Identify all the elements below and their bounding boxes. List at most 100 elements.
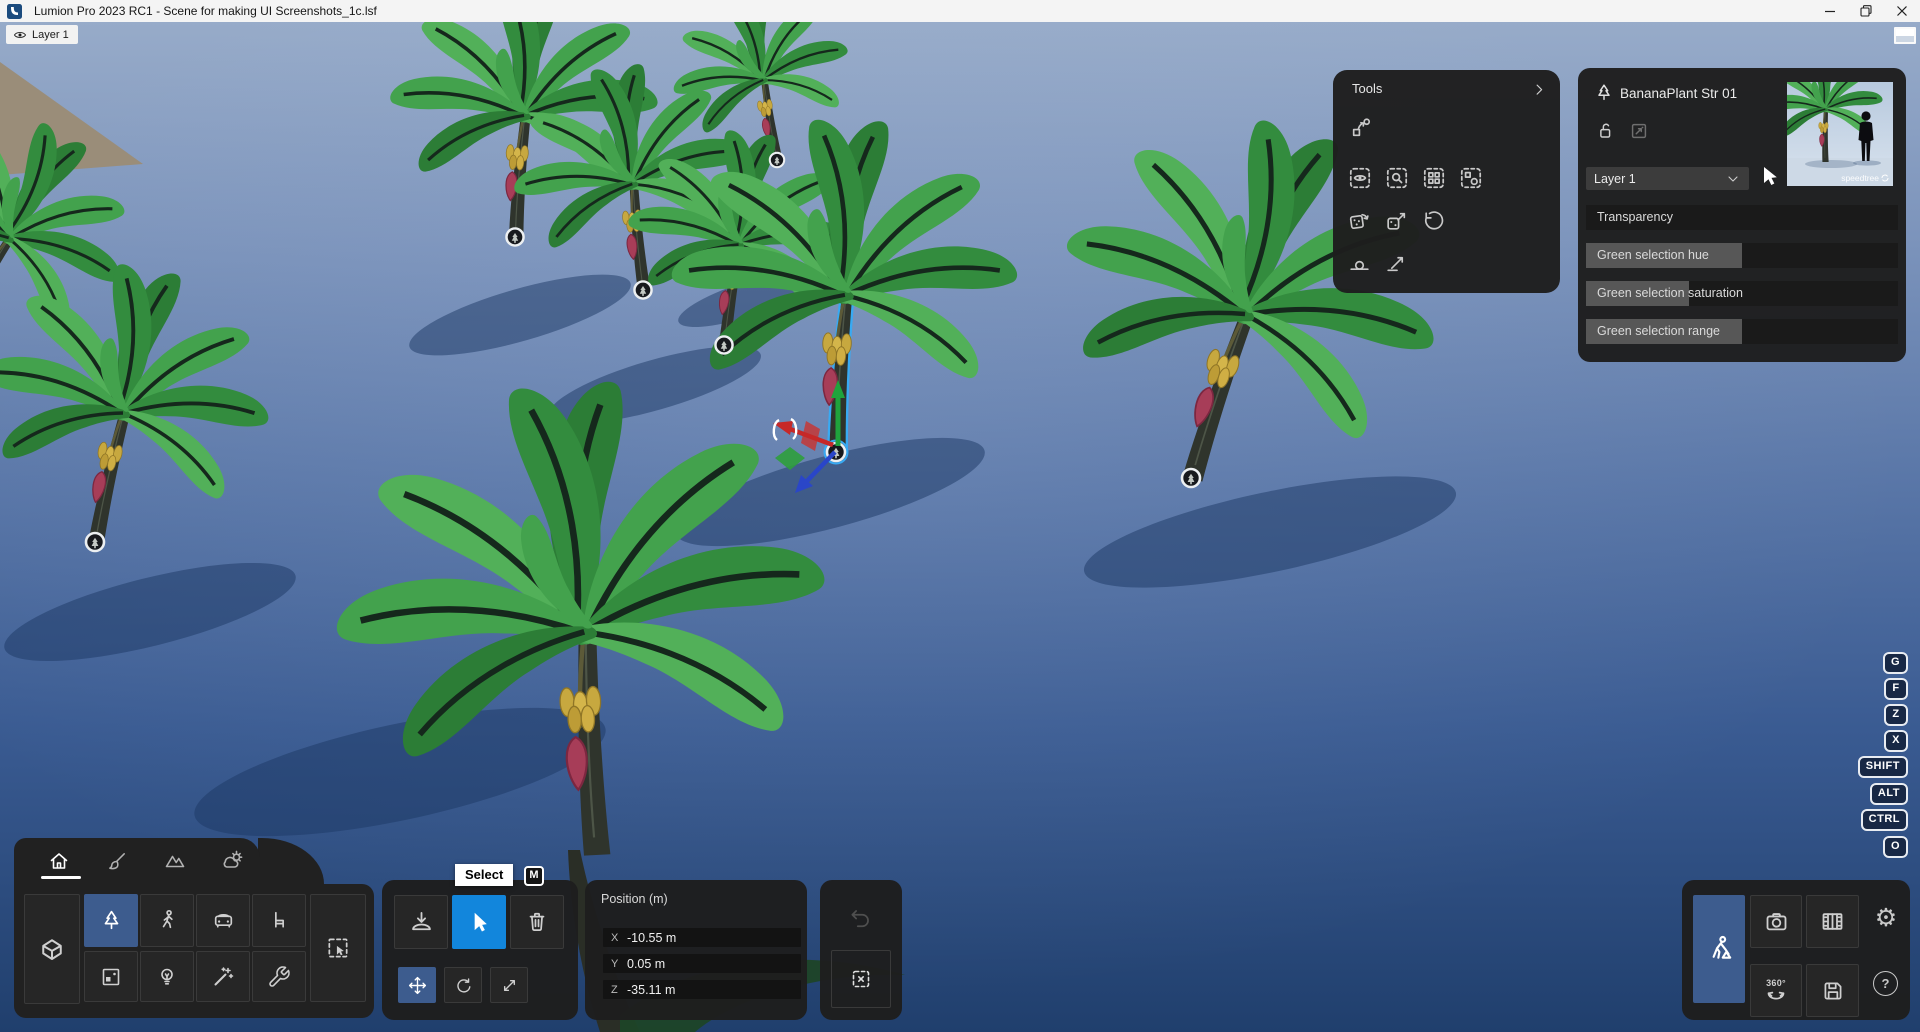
resize-object-button[interactable]	[1626, 118, 1652, 144]
scale-icon	[499, 975, 520, 996]
dice-rotate-icon	[1347, 209, 1372, 234]
transparency-slider[interactable]: Transparency	[1586, 205, 1898, 230]
save-floppy-icon	[1820, 978, 1846, 1004]
tab-landscape[interactable]	[161, 847, 189, 875]
place-on-ground-button[interactable]	[1346, 250, 1373, 277]
panorama-mode-button[interactable]: 360°	[1750, 964, 1802, 1017]
scale-frame-icon	[1628, 120, 1650, 142]
person-walking-icon	[155, 908, 180, 933]
delete-object-button[interactable]	[510, 895, 564, 949]
category-transport-button[interactable]	[196, 894, 250, 947]
close-button[interactable]	[1884, 0, 1920, 22]
object-thumbnail: speedtree	[1787, 82, 1893, 186]
build-mode-button[interactable]	[1693, 895, 1745, 1003]
category-nature-button[interactable]	[84, 894, 138, 947]
lock-object-button[interactable]	[1592, 118, 1618, 144]
randomize-position-icon	[1384, 251, 1409, 276]
camera-icon	[1763, 908, 1790, 935]
files-save-button[interactable]	[1806, 964, 1859, 1017]
category-effects-button[interactable]	[196, 951, 250, 1002]
shortcut-key-z: Z	[1884, 704, 1908, 726]
chair-icon	[267, 908, 292, 933]
position-y-field[interactable]: Y 0.05 m	[603, 954, 801, 973]
magic-wand-icon	[211, 965, 235, 989]
import-model-button[interactable]	[24, 894, 80, 1004]
rotate-icon	[453, 975, 474, 996]
shortcut-key-ctrl: CTRL	[1861, 809, 1908, 831]
tab-build[interactable]	[45, 847, 73, 875]
slider-label: Transparency	[1586, 205, 1898, 230]
move-mode-button[interactable]	[398, 967, 436, 1003]
move-icon	[407, 975, 428, 996]
question-mark: ?	[1882, 976, 1890, 991]
settings-button[interactable]: ⚙	[1868, 900, 1904, 936]
mountains-icon	[163, 849, 187, 873]
build-mode-icon	[1703, 933, 1735, 965]
place-object-icon	[408, 909, 435, 936]
assign-selection-button[interactable]	[1759, 165, 1783, 189]
movie-mode-button[interactable]	[1806, 895, 1859, 948]
select-object-button[interactable]	[452, 895, 506, 949]
mass-select-button[interactable]	[310, 894, 366, 1002]
lumion-logo-icon	[7, 4, 22, 19]
replace-object-button[interactable]	[1348, 115, 1375, 142]
wrench-icon	[267, 965, 291, 989]
tab-materials[interactable]	[103, 847, 131, 875]
place-object-button[interactable]	[394, 895, 448, 949]
randomize-rotation-button[interactable]	[1346, 208, 1373, 235]
rotate-mode-button[interactable]	[444, 967, 482, 1003]
shortcut-key-shift: SHIFT	[1858, 756, 1908, 778]
speedtree-logo-icon	[1881, 174, 1889, 182]
chevron-right-icon	[1530, 81, 1548, 99]
green-selection-saturation-slider[interactable]: Green selection saturation	[1586, 281, 1898, 306]
panorama-arrows-icon	[1763, 989, 1789, 1004]
layer-visibility-badge[interactable]: Layer 1	[6, 25, 78, 44]
randomize-scale-button[interactable]	[1383, 208, 1410, 235]
selection-visibility-button[interactable]	[1346, 164, 1373, 191]
import-model-icon	[37, 934, 67, 964]
minimize-button[interactable]	[1812, 0, 1848, 22]
help-button[interactable]: ?	[1873, 971, 1898, 996]
green-selection-hue-slider[interactable]: Green selection hue	[1586, 243, 1898, 268]
nature-tree-icon	[99, 908, 124, 933]
shortcut-key-f: F	[1884, 678, 1908, 700]
scale-mode-button[interactable]	[490, 967, 528, 1003]
layer-select-value: Layer 1	[1594, 172, 1636, 186]
category-utilities-button[interactable]	[252, 951, 306, 1002]
category-furniture-button[interactable]	[252, 894, 306, 947]
speedtree-watermark: speedtree	[1841, 173, 1889, 183]
deselect-all-button[interactable]	[831, 950, 891, 1008]
category-character-button[interactable]	[140, 894, 194, 947]
home-icon	[47, 849, 71, 873]
object-properties-panel: BananaPlant Str 01 Layer 1	[1578, 68, 1906, 362]
edit-toolbar	[382, 880, 578, 1020]
title-bar: Lumion Pro 2023 RC1 - Scene for making U…	[0, 0, 1920, 22]
photo-mode-button[interactable]	[1750, 895, 1802, 948]
category-decal-button[interactable]	[84, 951, 138, 1002]
shortcut-key-g: G	[1883, 652, 1908, 674]
swap-selection-button[interactable]	[1457, 164, 1484, 191]
tools-collapse-button[interactable]	[1530, 81, 1548, 99]
swap-selection-icon	[1458, 165, 1484, 191]
shortcut-key-alt: ALT	[1870, 783, 1908, 805]
panel-collapse-toggle[interactable]	[1894, 27, 1916, 44]
randomize-position-button[interactable]	[1383, 250, 1410, 277]
undo-button[interactable]	[847, 904, 875, 932]
weather-icon	[221, 849, 245, 873]
tab-weather[interactable]	[219, 847, 247, 875]
reset-rotation-icon	[1421, 209, 1446, 234]
category-light-button[interactable]	[140, 951, 194, 1002]
shortcut-key-o: O	[1883, 836, 1908, 858]
restore-button[interactable]	[1848, 0, 1884, 22]
reset-rotation-button[interactable]	[1420, 208, 1447, 235]
window-title: Lumion Pro 2023 RC1 - Scene for making U…	[34, 4, 377, 18]
position-z-field[interactable]: Z -35.11 m	[603, 980, 801, 999]
zoom-selection-button[interactable]	[1383, 164, 1410, 191]
deselect-icon	[849, 967, 873, 991]
select-similar-button[interactable]	[1420, 164, 1447, 191]
position-x-field[interactable]: X -10.55 m	[603, 928, 801, 947]
layer-badge-label: Layer 1	[32, 29, 69, 41]
slider-label: Green selection range	[1586, 319, 1898, 344]
green-selection-range-slider[interactable]: Green selection range	[1586, 319, 1898, 344]
layer-select[interactable]: Layer 1	[1586, 167, 1749, 190]
